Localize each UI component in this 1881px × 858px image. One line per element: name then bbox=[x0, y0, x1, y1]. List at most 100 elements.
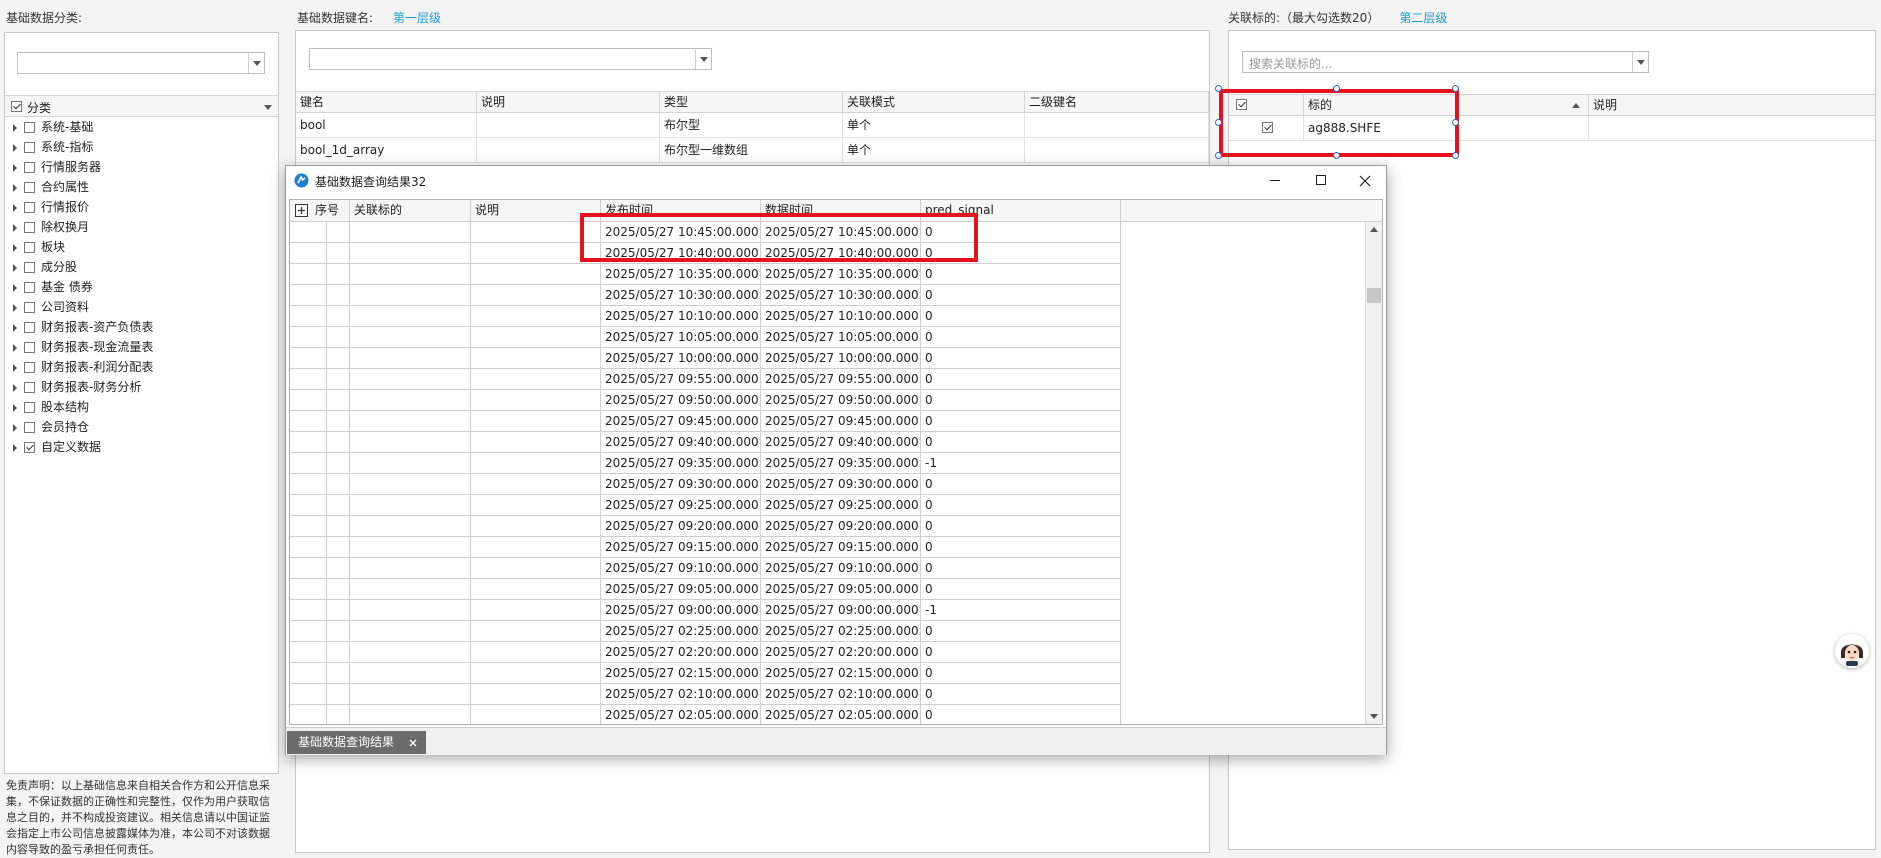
expand-arrow-icon[interactable] bbox=[13, 123, 17, 132]
table-row[interactable]: 2025/05/27 10:40:00.000 2025/05/27 10:40:… bbox=[290, 243, 1121, 264]
tree-item-checkbox[interactable] bbox=[24, 142, 35, 153]
tree-item-checkbox[interactable] bbox=[24, 162, 35, 173]
tree-item-checkbox[interactable] bbox=[24, 342, 35, 353]
tree-item-checkbox[interactable] bbox=[24, 122, 35, 133]
expand-arrow-icon[interactable] bbox=[13, 143, 17, 152]
table-row[interactable]: 2025/05/27 09:35:00.000 2025/05/27 09:35:… bbox=[290, 453, 1121, 474]
row-checkbox[interactable] bbox=[1262, 122, 1273, 133]
table-row[interactable]: 2025/05/27 09:25:00.000 2025/05/27 09:25:… bbox=[290, 495, 1121, 516]
chevron-down-icon[interactable] bbox=[248, 53, 264, 73]
tree-item[interactable]: 财务报表-利润分配表 bbox=[5, 357, 278, 377]
tree-item[interactable]: 基金 债券 bbox=[5, 277, 278, 297]
table-row[interactable]: 2025/05/27 09:10:00.000 2025/05/27 09:10:… bbox=[290, 558, 1121, 579]
tree-item-checkbox[interactable] bbox=[24, 382, 35, 393]
table-row[interactable]: 2025/05/27 02:15:00.000 2025/05/27 02:15:… bbox=[290, 663, 1121, 684]
tree-header-checkbox[interactable] bbox=[11, 101, 22, 112]
table-row[interactable]: 2025/05/27 09:30:00.000 2025/05/27 09:30:… bbox=[290, 474, 1121, 495]
tree-item-checkbox[interactable] bbox=[24, 442, 35, 453]
expand-arrow-icon[interactable] bbox=[13, 303, 17, 312]
scroll-up-icon[interactable] bbox=[1370, 227, 1378, 232]
level-one-link[interactable]: 第一层级 bbox=[393, 11, 441, 25]
table-row[interactable]: bool_1d_array 布尔型一维数组 单个 bbox=[296, 138, 1209, 163]
expand-arrow-icon[interactable] bbox=[13, 423, 17, 432]
col-relation-mode[interactable]: 关联模式 bbox=[843, 92, 1025, 113]
resize-handle[interactable] bbox=[1333, 152, 1340, 159]
col-description[interactable]: 说明 bbox=[477, 92, 660, 113]
col-related-symbol[interactable]: 关联标的 bbox=[350, 200, 471, 221]
tree-item-checkbox[interactable] bbox=[24, 182, 35, 193]
table-row[interactable]: 2025/05/27 09:05:00.000 2025/05/27 09:05:… bbox=[290, 579, 1121, 600]
tree-item[interactable]: 会员持仓 bbox=[5, 417, 278, 437]
category-combo[interactable] bbox=[17, 52, 265, 74]
table-row[interactable]: 2025/05/27 10:05:00.000 2025/05/27 10:05:… bbox=[290, 327, 1121, 348]
scroll-down-icon[interactable] bbox=[1370, 714, 1378, 719]
table-row[interactable]: 2025/05/27 02:20:00.000 2025/05/27 02:20:… bbox=[290, 642, 1121, 663]
tree-item[interactable]: 财务报表-财务分析 bbox=[5, 377, 278, 397]
tree-item[interactable]: 财务报表-现金流量表 bbox=[5, 337, 278, 357]
tree-item-checkbox[interactable] bbox=[24, 262, 35, 273]
tree-item[interactable]: 成分股 bbox=[5, 257, 278, 277]
table-row[interactable]: 2025/05/27 09:45:00.000 2025/05/27 09:45:… bbox=[290, 411, 1121, 432]
col-pred-signal[interactable]: pred_signal bbox=[921, 200, 1121, 221]
table-row[interactable]: ag888.SHFE bbox=[1229, 116, 1875, 141]
col-symbol[interactable]: 标的 bbox=[1304, 95, 1589, 116]
expand-arrow-icon[interactable] bbox=[13, 223, 17, 232]
col-second-key[interactable]: 二级键名 bbox=[1025, 92, 1209, 113]
col-publish-time[interactable]: 发布时间 bbox=[601, 200, 761, 221]
resize-handle[interactable] bbox=[1452, 85, 1459, 92]
table-row[interactable]: 2025/05/27 09:15:00.000 2025/05/27 09:15:… bbox=[290, 537, 1121, 558]
maximize-button[interactable] bbox=[1298, 166, 1344, 196]
table-row[interactable]: 2025/05/27 09:00:00.000 2025/05/27 09:00:… bbox=[290, 600, 1121, 621]
tree-item[interactable]: 合约属性 bbox=[5, 177, 278, 197]
table-row[interactable]: 2025/05/27 09:55:00.000 2025/05/27 09:55:… bbox=[290, 369, 1121, 390]
table-row[interactable]: 2025/05/27 02:05:00.000 2025/05/27 02:05:… bbox=[290, 705, 1121, 724]
table-row[interactable]: 2025/05/27 09:50:00.000 2025/05/27 09:50:… bbox=[290, 390, 1121, 411]
resize-handle[interactable] bbox=[1215, 85, 1222, 92]
chevron-down-icon[interactable] bbox=[695, 49, 711, 69]
scroll-thumb[interactable] bbox=[1367, 288, 1381, 303]
key-combo[interactable] bbox=[309, 48, 712, 70]
expand-arrow-icon[interactable] bbox=[13, 443, 17, 452]
tree-item-checkbox[interactable] bbox=[24, 322, 35, 333]
table-row[interactable]: 2025/05/27 10:35:00.000 2025/05/27 10:35:… bbox=[290, 264, 1121, 285]
tree-item[interactable]: 板块 bbox=[5, 237, 278, 257]
tab-query-result[interactable]: 基础数据查询结果 bbox=[287, 731, 426, 754]
table-row[interactable]: 2025/05/27 02:10:00.000 2025/05/27 02:10:… bbox=[290, 684, 1121, 705]
tree-item[interactable]: 财务报表-资产负债表 bbox=[5, 317, 278, 337]
tree-item-checkbox[interactable] bbox=[24, 402, 35, 413]
table-row[interactable]: 2025/05/27 09:40:00.000 2025/05/27 09:40:… bbox=[290, 432, 1121, 453]
chevron-down-icon[interactable] bbox=[264, 105, 272, 110]
assistant-avatar-icon[interactable] bbox=[1835, 634, 1869, 668]
col-symbol-note[interactable]: 说明 bbox=[1589, 95, 1875, 116]
resize-handle[interactable] bbox=[1215, 119, 1222, 126]
tree-item-checkbox[interactable] bbox=[24, 302, 35, 313]
tree-item-checkbox[interactable] bbox=[24, 362, 35, 373]
tree-item[interactable]: 公司资料 bbox=[5, 297, 278, 317]
expand-arrow-icon[interactable] bbox=[13, 383, 17, 392]
tree-item-checkbox[interactable] bbox=[24, 282, 35, 293]
resize-handle[interactable] bbox=[1452, 119, 1459, 126]
tree-item[interactable]: 行情报价 bbox=[5, 197, 278, 217]
resize-handle[interactable] bbox=[1333, 85, 1340, 92]
resize-handle[interactable] bbox=[1215, 152, 1222, 159]
col-key-name[interactable]: 键名 bbox=[296, 92, 477, 113]
expand-arrow-icon[interactable] bbox=[13, 263, 17, 272]
dialog-titlebar[interactable]: 基础数据查询结果32 bbox=[286, 166, 1386, 196]
col-data-time[interactable]: 数据时间 bbox=[761, 200, 921, 221]
tree-item[interactable]: 自定义数据 bbox=[5, 437, 278, 457]
table-row[interactable]: 2025/05/27 09:20:00.000 2025/05/27 09:20:… bbox=[290, 516, 1121, 537]
minimize-button[interactable] bbox=[1252, 166, 1298, 196]
table-row[interactable]: 2025/05/27 10:10:00.000 2025/05/27 10:10:… bbox=[290, 306, 1121, 327]
chevron-down-icon[interactable] bbox=[1632, 52, 1648, 72]
vertical-scrollbar[interactable] bbox=[1365, 222, 1382, 724]
tree-item-checkbox[interactable] bbox=[24, 222, 35, 233]
level-two-link[interactable]: 第二层级 bbox=[1399, 11, 1447, 25]
col-note[interactable]: 说明 bbox=[471, 200, 601, 221]
expand-arrow-icon[interactable] bbox=[13, 403, 17, 412]
symbol-search-combo[interactable]: 搜索关联标的... bbox=[1242, 51, 1649, 73]
tree-item-checkbox[interactable] bbox=[24, 422, 35, 433]
close-button[interactable] bbox=[1342, 166, 1388, 196]
close-icon[interactable] bbox=[409, 739, 417, 747]
expand-arrow-icon[interactable] bbox=[13, 183, 17, 192]
select-all-checkbox[interactable] bbox=[1236, 99, 1247, 110]
